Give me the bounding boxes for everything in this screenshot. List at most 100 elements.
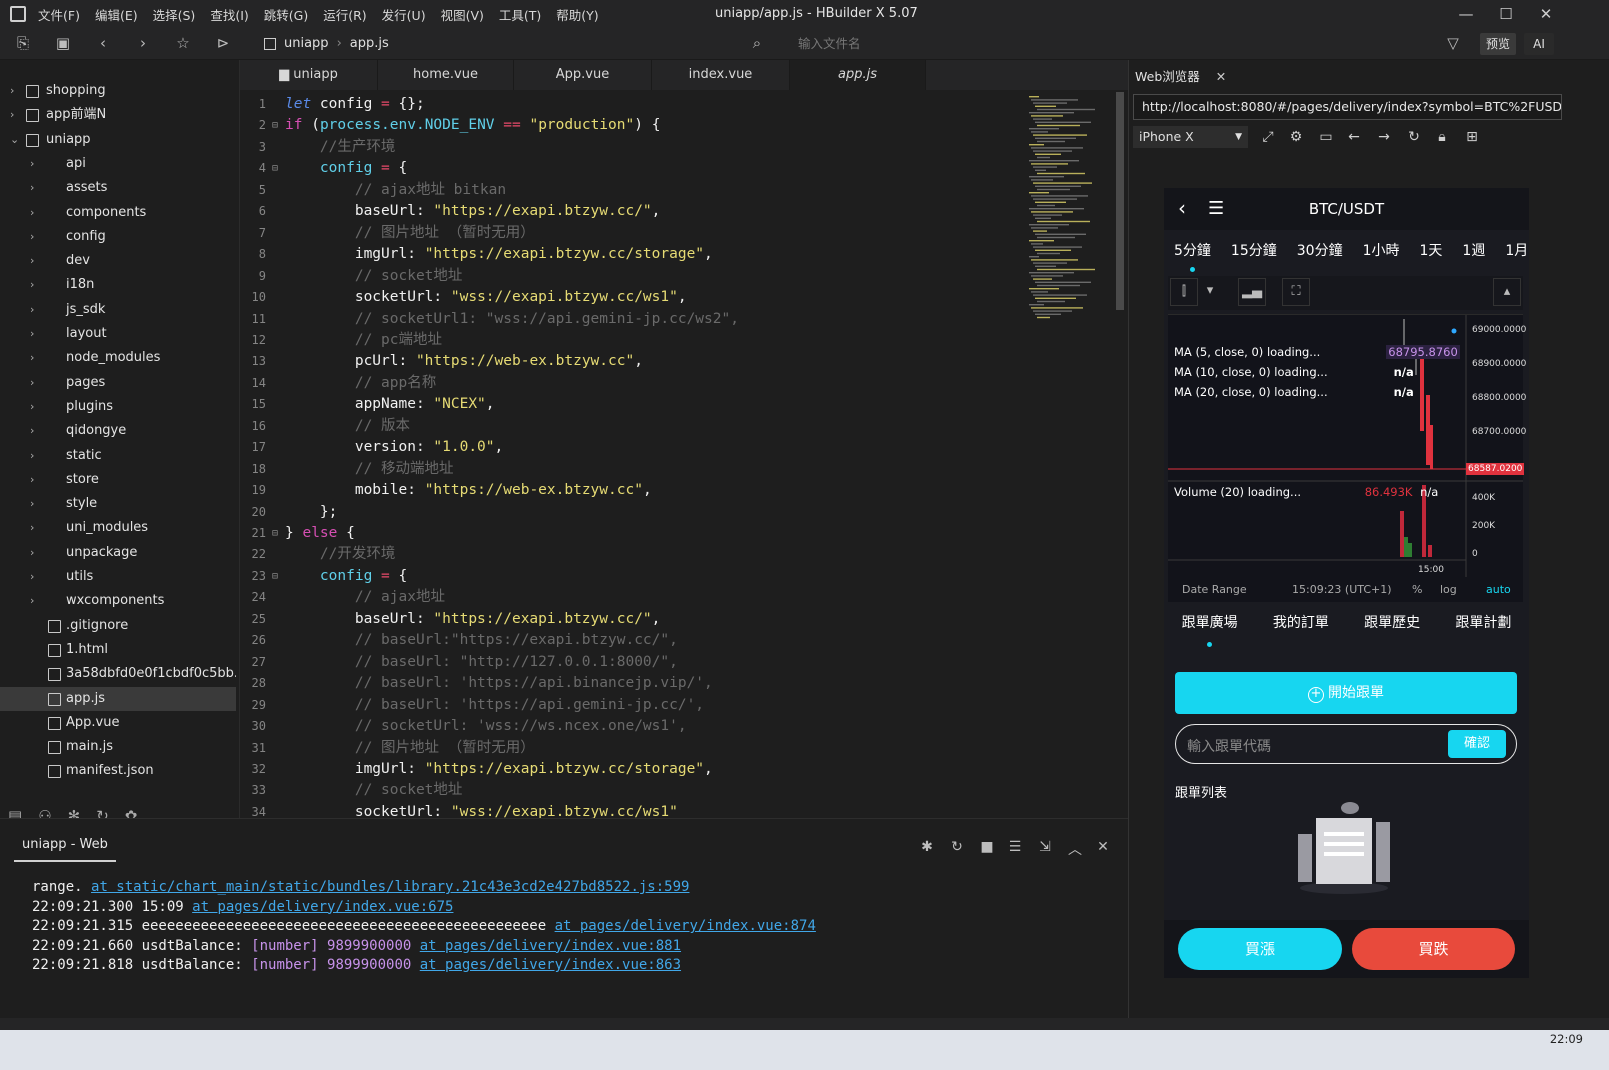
restart-icon[interactable]: ↻ [948,839,966,857]
collapse-toolbar-icon[interactable]: ▴ [1493,278,1521,306]
tree-item[interactable]: › qidongye [0,419,236,443]
tab-app-vue[interactable]: App.vue [514,60,652,90]
star-icon[interactable]: ☆ [174,34,192,52]
tree-item[interactable]: › dev [0,249,236,273]
open-external-icon[interactable]: ⇲ [1036,839,1054,857]
chevron-right-icon[interactable]: › [30,492,40,516]
tree-item[interactable]: › components [0,201,236,225]
chevron-right-icon[interactable]: › [30,516,40,540]
tree-item[interactable]: › node_modules [0,346,236,370]
breadcrumb-file[interactable]: app.js [350,36,389,51]
tree-item[interactable]: app.js [0,686,236,711]
vertical-scrollbar[interactable] [1116,92,1124,310]
tab-app-js[interactable]: app.js [790,60,926,90]
clear-log-icon[interactable]: ☰ [1006,839,1024,857]
log-toggle[interactable]: log [1440,583,1457,596]
menu-item[interactable]: 跳转(G) [264,5,308,24]
auto-toggle[interactable]: auto [1486,583,1511,596]
tab-uniapp[interactable]: ▆ uniapp [240,60,378,90]
close-tab-icon[interactable]: ✕ [1216,69,1226,84]
console-source-link[interactable]: at pages/delivery/index.vue:881 [420,938,681,954]
date-range-label[interactable]: Date Range [1182,583,1247,596]
menu-item[interactable]: 视图(V) [441,5,484,24]
tree-item[interactable]: › i18n [0,273,236,297]
chevron-right-icon[interactable]: › [30,322,40,346]
filter-icon[interactable]: ▽ [1444,34,1462,52]
tree-item[interactable]: › static [0,444,236,468]
ai-button[interactable]: AI [1524,33,1554,55]
fold-icon[interactable]: ⊟ [272,158,278,179]
tree-item[interactable]: › wxcomponents [0,589,236,613]
copy-code-input[interactable]: 輸入跟單代碼 確認 [1175,724,1517,764]
menu-item[interactable]: 运行(R) [323,5,366,24]
tree-item[interactable]: › shopping [0,79,236,103]
fold-icon[interactable]: ⊟ [272,566,278,587]
tree-item[interactable]: › unpackage [0,541,236,565]
timeframe-tab[interactable]: 15分鐘 [1221,240,1287,272]
chevron-right-icon[interactable]: › [30,541,40,565]
tree-item[interactable]: main.js [0,735,236,759]
console-tab[interactable]: uniapp - Web [14,829,116,862]
rotate-icon[interactable]: ⤢ [1259,128,1277,146]
stop-icon[interactable]: ■ [978,839,996,857]
copy-trade-tab[interactable]: 跟單計劃 [1455,612,1511,648]
price-chart[interactable]: MA (5, close, 0) loading... 68795.8760 MA … [1168,314,1526,602]
chevron-right-icon[interactable]: › [30,152,40,176]
minimap[interactable] [1025,92,1115,322]
qrcode-icon[interactable]: ⊞ [1463,128,1481,146]
tree-item[interactable]: › layout [0,322,236,346]
fold-icon[interactable]: ⊟ [272,523,278,544]
forward-icon[interactable]: › [134,34,152,52]
console-icon[interactable]: ▭ [1317,128,1335,146]
close-console-icon[interactable]: ✕ [1094,839,1112,857]
breadcrumb-project[interactable]: uniapp [284,36,329,51]
lock-icon[interactable]: 🔒︎ [1433,128,1451,146]
chevron-right-icon[interactable]: › [30,395,40,419]
chevron-right-icon[interactable]: › [10,103,20,127]
candle-dropdown-icon[interactable]: ▾ [1200,278,1220,306]
tree-item[interactable]: ⌄ uniapp [0,128,236,152]
timeframe-tab[interactable]: 1小時 [1353,240,1410,272]
start-copy-button[interactable]: + 開始跟單 [1175,672,1517,714]
collapse-icon[interactable]: ︿ [1066,839,1084,858]
tree-item[interactable]: › style [0,492,236,516]
browser-back-icon[interactable]: ← [1345,128,1363,146]
chevron-right-icon[interactable]: › [30,176,40,200]
close-icon[interactable]: ✕ [1536,4,1556,24]
tab-index-vue[interactable]: index.vue [652,60,790,90]
run-icon[interactable]: ⊳ [214,34,232,52]
menu-item[interactable]: 查找(I) [210,5,248,24]
tree-item[interactable]: 1.html [0,638,236,662]
tree-item[interactable]: › plugins [0,395,236,419]
console-source-link[interactable]: at static/chart_main/static/bundles/libr… [91,879,689,895]
tree-item[interactable]: › js_sdk [0,298,236,322]
percent-toggle[interactable]: % [1412,583,1422,596]
browser-tab[interactable]: Web浏览器 ✕ [1135,66,1226,85]
code-editor[interactable]: 1 let config = {}; 2 ⊟ if (process.env.NODE_… [240,90,1128,818]
chevron-right-icon[interactable]: › [10,79,20,103]
chevron-right-icon[interactable]: › [30,298,40,322]
buy-down-button[interactable]: 買跌 [1352,928,1515,970]
maximize-icon[interactable]: ☐ [1496,4,1516,24]
tree-item[interactable]: › app前端N [0,103,236,127]
chevron-right-icon[interactable]: › [30,565,40,589]
preview-button[interactable]: 预览 [1480,33,1516,55]
chevron-right-icon[interactable]: › [30,371,40,395]
tree-item[interactable]: › utils [0,565,236,589]
minimize-icon[interactable]: — [1456,4,1476,24]
back-icon[interactable]: ‹ [94,34,112,52]
chevron-down-icon[interactable]: ⌄ [10,128,20,152]
menu-item[interactable]: 选择(S) [153,5,196,24]
timeframe-tab[interactable]: 1月 [1495,240,1529,272]
new-file-icon[interactable]: ⎘ [14,34,32,52]
file-search-input[interactable]: 输入文件名 [770,34,1470,54]
menu-item[interactable]: 发行(U) [382,5,426,24]
tree-item[interactable]: › store [0,468,236,492]
chevron-right-icon[interactable]: › [30,225,40,249]
buy-up-button[interactable]: 買漲 [1178,928,1342,970]
chevron-right-icon[interactable]: › [30,589,40,613]
menu-item[interactable]: 编辑(E) [95,5,138,24]
candle-type-icon[interactable]: ⫿ [1170,278,1198,306]
copy-trade-tab[interactable]: 我的訂單 [1273,612,1329,648]
console-source-link[interactable]: at pages/delivery/index.vue:675 [192,899,453,915]
